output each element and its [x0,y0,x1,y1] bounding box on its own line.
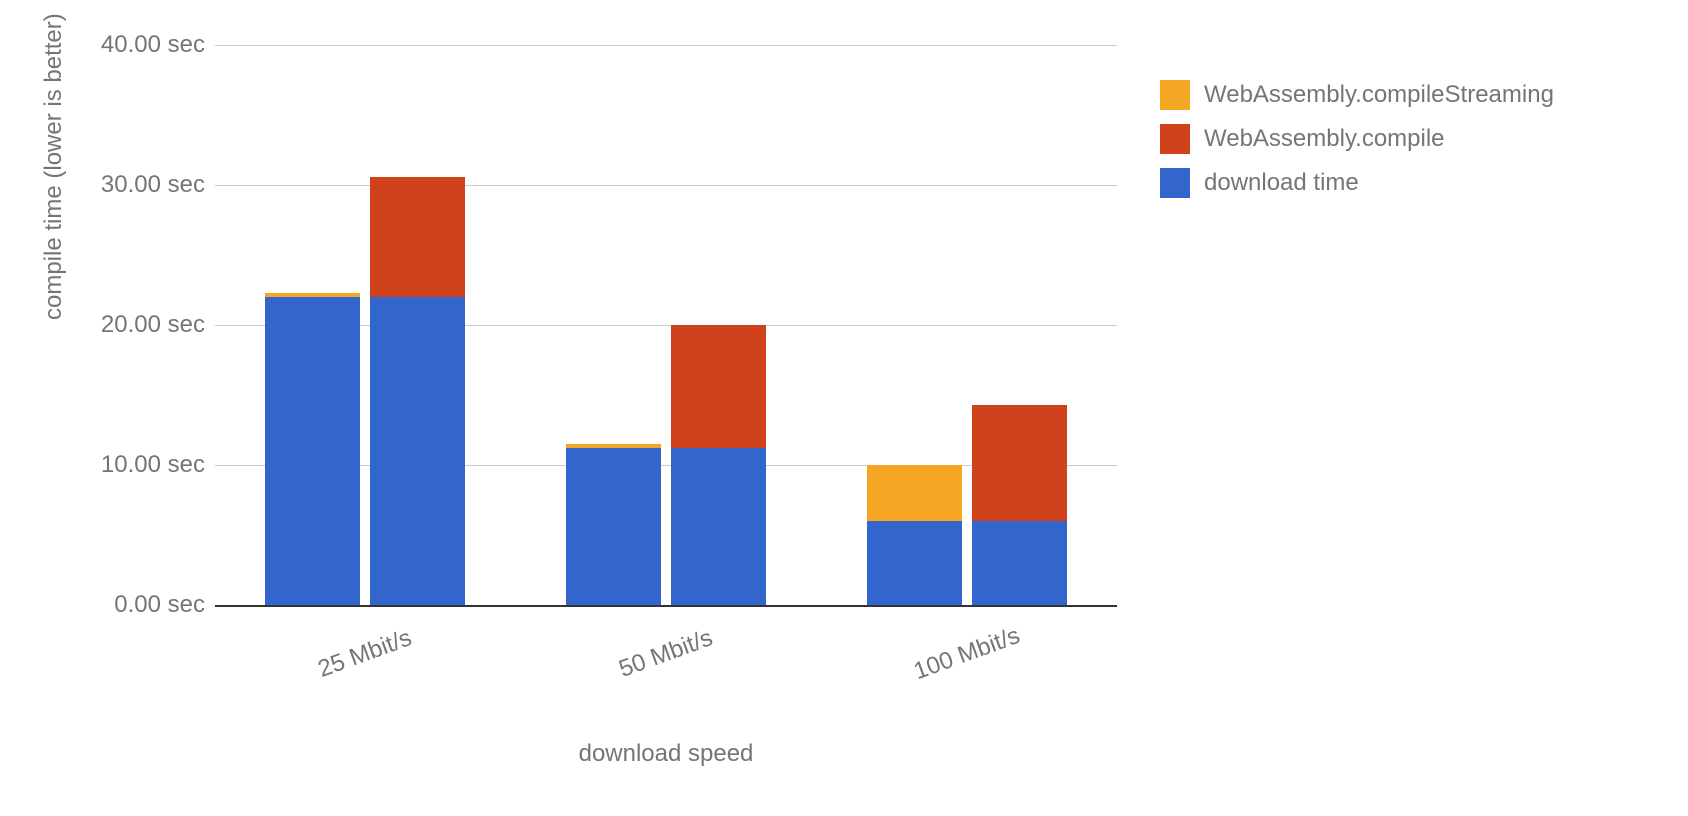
bar-segment [265,293,360,297]
bar-50-Mbit/s-streaming [566,444,661,605]
bar-segment [566,444,661,448]
bar-segment [370,177,465,297]
legend-swatch [1160,168,1190,198]
bar-segment [566,448,661,605]
legend-swatch [1160,80,1190,110]
bar-100-Mbit/s-streaming [867,465,962,605]
bar-segment [265,297,360,605]
bar-segment [972,405,1067,521]
legend-item: download time [1160,168,1554,198]
bar-segment [867,465,962,521]
axis-baseline [215,605,1117,607]
y-tick-label: 20.00 sec [25,311,205,339]
legend-label: WebAssembly.compileStreaming [1204,81,1554,109]
legend-label: WebAssembly.compile [1204,125,1445,153]
legend-item: WebAssembly.compile [1160,124,1554,154]
legend-item: WebAssembly.compileStreaming [1160,80,1554,110]
x-tick-label: 25 Mbit/s [295,617,436,691]
legend-label: download time [1204,169,1359,197]
y-tick-label: 10.00 sec [25,451,205,479]
gridline [215,45,1117,46]
bar-segment [370,297,465,605]
bar-segment [671,448,766,605]
y-tick-label: 0.00 sec [25,591,205,619]
bar-100-Mbit/s-non-streaming [972,405,1067,605]
chart-container: compile time (lower is better) download … [0,0,1688,816]
bar-segment [972,521,1067,605]
gridline [215,185,1117,186]
y-tick-label: 30.00 sec [25,171,205,199]
x-tick-label: 100 Mbit/s [896,617,1037,691]
y-tick-label: 40.00 sec [25,31,205,59]
legend-swatch [1160,124,1190,154]
bar-25-Mbit/s-streaming [265,293,360,605]
x-axis-title: download speed [215,740,1117,768]
bar-50-Mbit/s-non-streaming [671,325,766,605]
x-tick-label: 50 Mbit/s [595,617,736,691]
plot-area: 0.00 sec10.00 sec20.00 sec30.00 sec40.00… [215,45,1117,605]
bar-segment [867,521,962,605]
bar-25-Mbit/s-non-streaming [370,177,465,605]
bar-segment [671,325,766,448]
legend: WebAssembly.compileStreaming WebAssembly.… [1160,80,1554,212]
y-axis-title: compile time (lower is better) [40,13,68,320]
